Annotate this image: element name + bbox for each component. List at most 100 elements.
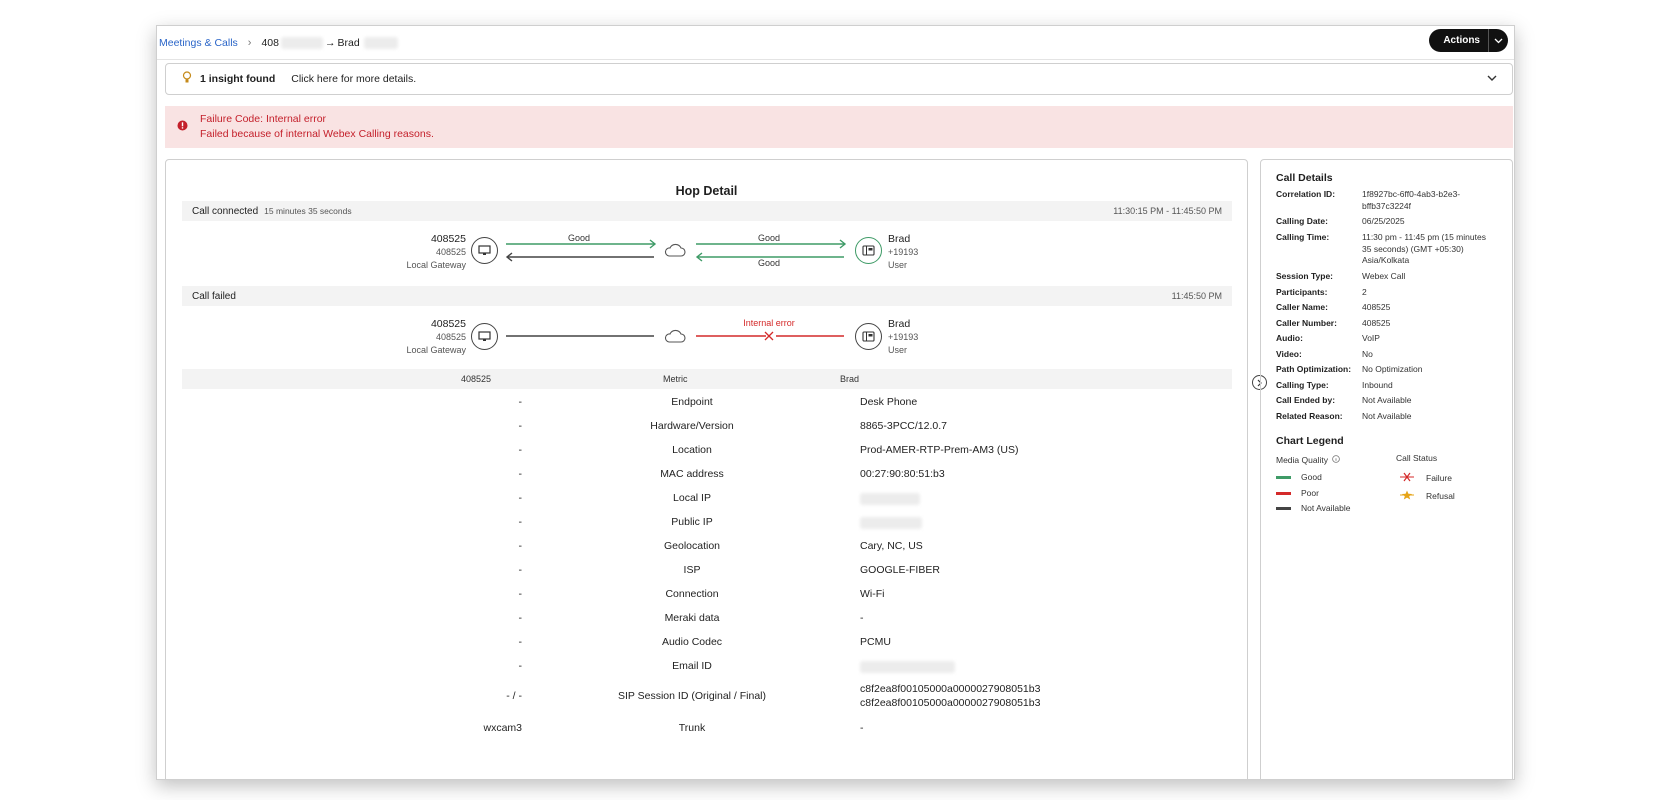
- table-row: - Geolocation Cary, NC, US: [182, 535, 1232, 559]
- media-quality-label: Media Quality: [1276, 455, 1328, 465]
- detail-key: Path Optimization:: [1276, 364, 1352, 374]
- desk-phone-icon: [855, 323, 882, 350]
- detail-value: 408525: [1362, 302, 1391, 312]
- legend-poor-label: Poor: [1301, 488, 1319, 498]
- table-row: - Connection Wi-Fi: [182, 583, 1232, 607]
- cell-metric: Meraki data: [664, 612, 720, 624]
- legend-not-available: Not Available: [1276, 503, 1350, 513]
- info-icon[interactable]: [1332, 455, 1340, 465]
- swatch-not-available: [1276, 506, 1291, 510]
- cell-metric: Connection: [665, 588, 719, 600]
- caller-number: 408525: [435, 247, 466, 257]
- callee-role: User: [888, 345, 908, 355]
- refusal-icon: [1400, 490, 1414, 502]
- legend-refusal-label: Refusal: [1426, 491, 1455, 501]
- detail-value: 1f8927bc-6ff0-4ab3-b2e3-bffb37c3224f: [1362, 189, 1461, 211]
- cell-callee: GOOGLE-FIBER: [860, 564, 940, 576]
- cell-caller: -: [518, 420, 523, 432]
- cell-caller: -: [518, 612, 523, 624]
- table-row: - Location Prod-AMER-RTP-Prem-AM3 (US): [182, 439, 1232, 463]
- detail-key: Session Type:: [1276, 271, 1333, 281]
- sip-session-final: c8f2ea8f00105000a0000027908051b3: [860, 697, 1041, 709]
- cell-metric: Local IP: [673, 492, 711, 504]
- detail-key: Related Reason:: [1276, 411, 1343, 421]
- detail-key: Participants:: [1276, 287, 1328, 297]
- cell-callee: c8f2ea8f00105000a0000027908051b3 c8f2ea8…: [860, 682, 1040, 710]
- media-path-left: [506, 335, 654, 337]
- failure-code: Failure Code: Internal error: [200, 113, 327, 125]
- table-row: - Hardware/Version 8865-3PCC/12.0.7: [182, 415, 1232, 439]
- section-time: 11:30:15 PM - 11:45:50 PM: [1113, 206, 1222, 216]
- quality-label: Good: [757, 233, 781, 243]
- breadcrumb-caller: 408: [261, 36, 279, 49]
- detail-value: Inbound: [1362, 380, 1393, 390]
- call-details-panel: Call Details Correlation ID: 1f8927bc-6ff…: [1260, 159, 1513, 779]
- table-row: - Audio Codec PCMU: [182, 631, 1232, 655]
- column-header-metric: Metric: [663, 374, 688, 384]
- column-header-callee: Brad: [840, 374, 860, 384]
- cell-metric: ISP: [683, 564, 701, 576]
- quality-label: Good: [567, 233, 591, 243]
- chevron-down-icon[interactable]: [1488, 29, 1508, 52]
- cell-callee: -: [860, 722, 864, 734]
- caller-name: 408525: [430, 233, 466, 245]
- desktop-icon: [471, 323, 498, 350]
- error-label: Internal error: [743, 318, 795, 328]
- section-header-failed: Call failed 11:45:50 PM: [182, 286, 1232, 306]
- cell-caller: -: [518, 468, 523, 480]
- legend-good-label: Good: [1301, 472, 1322, 482]
- caller-party: 408525 408525 Local Gateway: [406, 318, 466, 357]
- legend-poor: Poor: [1276, 488, 1319, 498]
- cell-metric: Audio Codec: [661, 636, 723, 648]
- cell-caller: - / -: [506, 690, 522, 702]
- callee-number: +19193: [888, 247, 919, 257]
- section-duration: 15 minutes 35 seconds: [264, 206, 352, 216]
- insight-banner[interactable]: 1 insight found Click here for more deta…: [165, 63, 1513, 95]
- detail-key: Correlation ID:: [1276, 189, 1336, 199]
- cell-metric: Public IP: [671, 516, 713, 528]
- callee-party: Brad +19193 User: [888, 318, 918, 357]
- actions-label: Actions: [1443, 35, 1480, 46]
- cell-callee: Prod-AMER-RTP-Prem-AM3 (US): [860, 444, 1019, 456]
- call-details-title: Call Details: [1276, 172, 1333, 184]
- callee-number: +19193: [888, 332, 919, 342]
- chevron-down-icon[interactable]: [1486, 72, 1498, 87]
- lightbulb-icon: [182, 71, 192, 87]
- detail-value: Not Available: [1362, 411, 1412, 421]
- cell-callee: -: [860, 612, 864, 624]
- desktop-icon: [471, 237, 498, 264]
- call-status-heading: Call Status: [1396, 453, 1438, 463]
- detail-key: Calling Date:: [1276, 216, 1328, 226]
- cell-metric: Email ID: [672, 660, 712, 672]
- table-row: - ISP GOOGLE-FIBER: [182, 559, 1232, 583]
- media-quality-heading: Media Quality: [1276, 455, 1340, 465]
- caller-number: 408525: [435, 332, 466, 342]
- detail-key: Calling Time:: [1276, 232, 1330, 242]
- cell-caller: -: [518, 396, 523, 408]
- insight-detail: Click here for more details.: [291, 73, 417, 85]
- cell-metric: Geolocation: [663, 540, 721, 552]
- section-time: 11:45:50 PM: [1171, 291, 1222, 301]
- hop-detail-title: Hop Detail: [675, 184, 738, 198]
- cell-callee: Desk Phone: [860, 396, 918, 408]
- cell-callee: 8865-3PCC/12.0.7: [860, 420, 947, 432]
- cell-caller: -: [518, 636, 523, 648]
- cell-caller: -: [518, 444, 523, 456]
- app-frame: Meetings & Calls › 408 → Brad Actions 1 …: [156, 25, 1515, 780]
- cell-metric: Trunk: [678, 722, 706, 734]
- callee-role: User: [888, 260, 908, 270]
- table-row: - Local IP: [182, 487, 1232, 511]
- actions-button[interactable]: Actions: [1429, 29, 1508, 52]
- swatch-poor: [1276, 491, 1291, 495]
- detail-value: 06/25/2025: [1362, 216, 1405, 226]
- caller-role: Local Gateway: [406, 260, 466, 270]
- section-status: Call connected: [192, 205, 259, 217]
- breadcrumb-meetings-calls[interactable]: Meetings & Calls: [159, 37, 238, 49]
- cell-caller: -: [518, 492, 523, 504]
- callee-name: Brad: [888, 233, 911, 245]
- legend-failure: Failure: [1400, 472, 1452, 484]
- cloud-icon: [664, 243, 686, 262]
- detail-value: VoIP: [1362, 333, 1380, 343]
- redacted-text: [280, 36, 323, 49]
- detail-row: Correlation ID: 1f8927bc-6ff0-4ab3-b2e3-b…: [1276, 189, 1501, 215]
